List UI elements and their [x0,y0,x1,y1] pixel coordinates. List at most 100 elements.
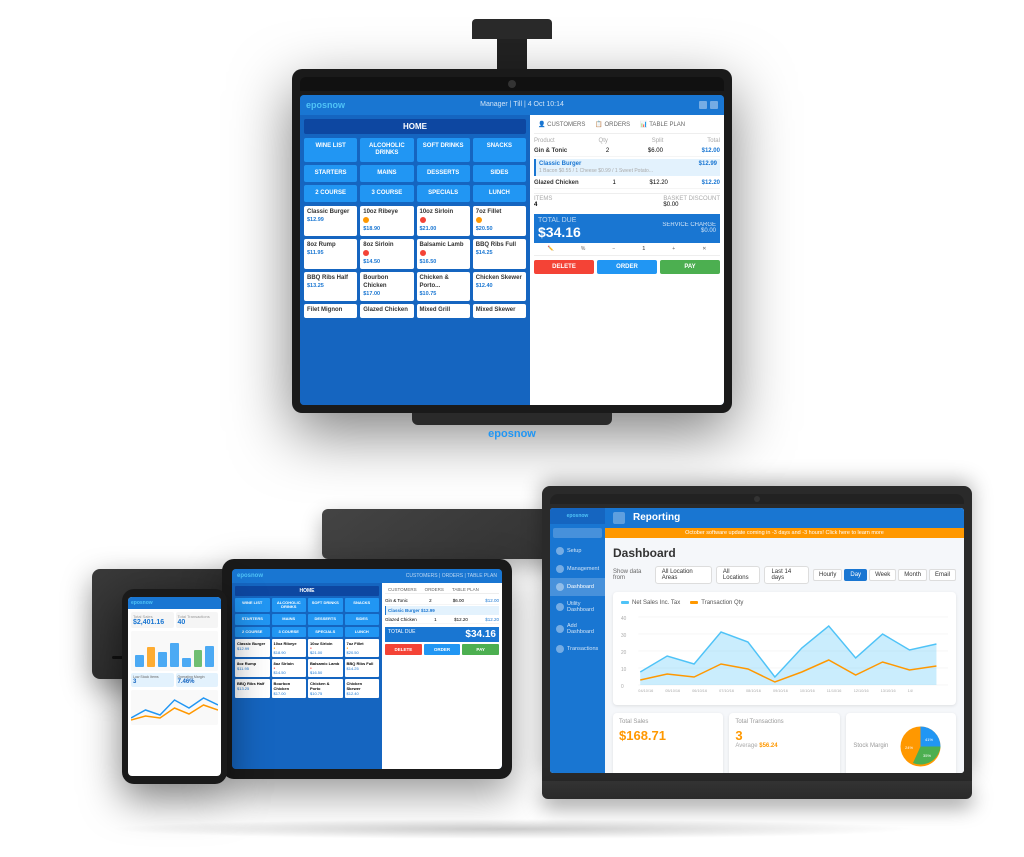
tablet-item-6[interactable]: 8oz Sirloin●$14.50 [272,659,307,677]
sidebar-search-box[interactable] [553,528,602,538]
tablet-item-4[interactable]: 7oz Fillet●$20.50 [345,639,380,657]
menu-btn-wine-list[interactable]: WINE LIST [304,138,357,162]
sidebar-item-management[interactable]: Management [550,560,605,578]
tablet-delete-btn[interactable]: DELETE [385,644,422,655]
tablet-item-1[interactable]: Classic Burger$12.99 [235,639,270,657]
tablet-item-10[interactable]: Bourbon Chicken$17.00 [272,679,307,698]
tablet-tab-table[interactable]: TABLE PLAN [449,586,482,593]
tablet-btn-alc[interactable]: ALCOHOLIC DRINKS [272,598,307,613]
sidebar-item-setup[interactable]: Setup [550,542,605,560]
tablet-item-11[interactable]: Chicken & Porto$10.75 [308,679,343,698]
pos-item-balsamic-lamb[interactable]: Balsamic Lamb $16.50 [417,239,470,269]
tablet-item-3[interactable]: 10oz Sirloin●$21.00 [308,639,343,657]
tablet-btn-soft[interactable]: SOFT DRINKS [308,598,343,613]
menu-btn-mains[interactable]: MAINS [360,165,413,182]
dash-title-reporting: Reporting [633,512,680,523]
menu-btn-2course[interactable]: 2 COURSE [304,185,357,202]
pos-item-rump[interactable]: 8oz Rump $11.95 [304,239,357,269]
time-btn-week[interactable]: Week [869,569,896,581]
phone-screen: eposnow Total Sales $2,401.16 Total Tran… [128,597,221,776]
sidebar-item-add-dashboard[interactable]: Add Dashboard [550,618,605,640]
tablet-item-5[interactable]: 8oz Rump$11.95 [235,659,270,677]
tablet-item-2[interactable]: 10oz Ribeye●$18.90 [272,639,307,657]
menu-btn-3course[interactable]: 3 COURSE [360,185,413,202]
tablet-pay-btn[interactable]: PAY [462,644,499,655]
phone-stats: Total Sales $2,401.16 Total Transactions… [131,612,218,628]
menu-btn-snacks[interactable]: SNACKS [473,138,526,162]
sidebar-item-dashboard[interactable]: Dashboard [550,578,605,596]
tablet-screen: eposnow CUSTOMERS | ORDERS | TABLE PLAN … [232,569,502,769]
time-btn-email[interactable]: Email [929,569,956,581]
tablet-tab-cust[interactable]: CUSTOMERS [385,586,420,593]
pos-item-filet-mignon[interactable]: Filet Mignon [304,304,357,318]
time-btn-hourly[interactable]: Hourly [813,569,842,581]
monitor-camera-bar [300,77,724,91]
pos-item-chicken-porto[interactable]: Chicken & Porto... $10.75 [417,272,470,301]
pos-menu-panel: HOME WINE LIST ALCOHOLIC DRINKS SOFT DRI… [300,115,530,405]
edit-icon[interactable]: ✏️ [548,246,554,252]
pos-item-sirloin[interactable]: 10oz Sirloin $21.00 [417,206,470,236]
menu-btn-starters[interactable]: STARTERS [304,165,357,182]
tablet-item-9[interactable]: BBQ Ribs Half$13.25 [235,679,270,698]
tablet-item-12[interactable]: Chicken Skewer$12.40 [345,679,380,698]
menu-btn-lunch[interactable]: LUNCH [473,185,526,202]
time-btn-month[interactable]: Month [898,569,927,581]
filter-location-area[interactable]: All Location Areas [655,566,712,584]
menu-btn-specials[interactable]: SPECIALS [417,185,470,202]
pay-button[interactable]: PAY [660,260,720,274]
tablet-home-bar[interactable]: HOME [235,586,379,596]
tablet-item-7[interactable]: Balsamic Lamb●$16.50 [308,659,343,677]
qty-plus-icon[interactable]: + [672,246,675,252]
pos-item-glazed-chicken[interactable]: Glazed Chicken [360,304,413,318]
tablet-item-8[interactable]: BBQ Ribs Full$14.25 [345,659,380,677]
pos-item-mixed-skewer[interactable]: Mixed Skewer [473,304,526,318]
pos-item-fillet[interactable]: 7oz Fillet $20.50 [473,206,526,236]
filter-period[interactable]: Last 14 days [764,566,809,584]
filter-location[interactable]: All Locations [716,566,761,584]
order-button[interactable]: ORDER [597,260,657,274]
tablet-btn-specials[interactable]: SPECIALS [308,627,343,637]
tablet-tab-orders[interactable]: ORDERS [422,586,447,593]
tablet-btn-2c[interactable]: 2 COURSE [235,627,270,637]
dash-alert-bar[interactable]: October software update coming in -3 day… [605,528,964,538]
pos-item-ribeye[interactable]: 10oz Ribeye $18.90 [360,206,413,236]
menu-btn-sides[interactable]: SIDES [473,165,526,182]
legend-transactions: Transaction Qty [690,600,743,606]
tab-table-plan[interactable]: 📊 TABLE PLAN [636,119,689,130]
order-column-headers: ProductQtySplitTotal [534,138,720,144]
tablet-btn-mains[interactable]: MAINS [272,614,307,624]
pos-item-sirloin8[interactable]: 8oz Sirloin $14.50 [360,239,413,269]
phone-bar-5 [182,658,191,667]
pos-item-bbq-half[interactable]: BBQ Ribs Half $13.25 [304,272,357,301]
phone-content: Total Sales $2,401.16 Total Transactions… [128,609,221,728]
pos-home-bar[interactable]: HOME [304,119,526,134]
tablet-btn-desserts[interactable]: DESSERTS [308,614,343,624]
tablet-btn-wine[interactable]: WINE LIST [235,598,270,613]
tablet-order-btn[interactable]: ORDER [424,644,461,655]
sidebar-item-utility[interactable]: Utility Dashboard [550,596,605,618]
menu-btn-alcoholic[interactable]: ALCOHOLIC DRINKS [360,138,413,162]
pos-item-classic-burger[interactable]: Classic Burger $12.99 [304,206,357,236]
hamburger-icon[interactable] [613,512,625,524]
tab-orders[interactable]: 📋 ORDERS [591,119,634,130]
menu-btn-desserts[interactable]: DESSERTS [417,165,470,182]
settings-icon[interactable] [710,101,718,109]
tablet-btn-starters[interactable]: STARTERS [235,614,270,624]
discount-icon[interactable]: % [581,246,585,252]
pos-item-bourbon[interactable]: Bourbon Chicken $17.00 [360,272,413,301]
sidebar-item-transactions[interactable]: Transactions [550,640,605,658]
tablet-btn-3c[interactable]: 3 COURSE [272,627,307,637]
menu-btn-soft-drinks[interactable]: SOFT DRINKS [417,138,470,162]
pos-item-bbq-full[interactable]: BBQ Ribs Full $14.25 [473,239,526,269]
delete-button[interactable]: DELETE [534,260,594,274]
delete-item-icon[interactable]: ✕ [702,246,706,252]
tablet-btn-sides[interactable]: SIDES [345,614,380,624]
tab-customers[interactable]: 👤 CUSTOMERS [534,119,589,130]
time-btn-day[interactable]: Day [844,569,867,581]
tablet-btn-snacks[interactable]: SNACKS [345,598,380,613]
pos-item-mixed-grill[interactable]: Mixed Grill [417,304,470,318]
qty-minus-icon[interactable]: − [612,246,615,252]
tablet-btn-lunch[interactable]: LUNCH [345,627,380,637]
pos-item-chicken-skewer[interactable]: Chicken Skewer $12.40 [473,272,526,301]
search-icon[interactable] [699,101,707,109]
